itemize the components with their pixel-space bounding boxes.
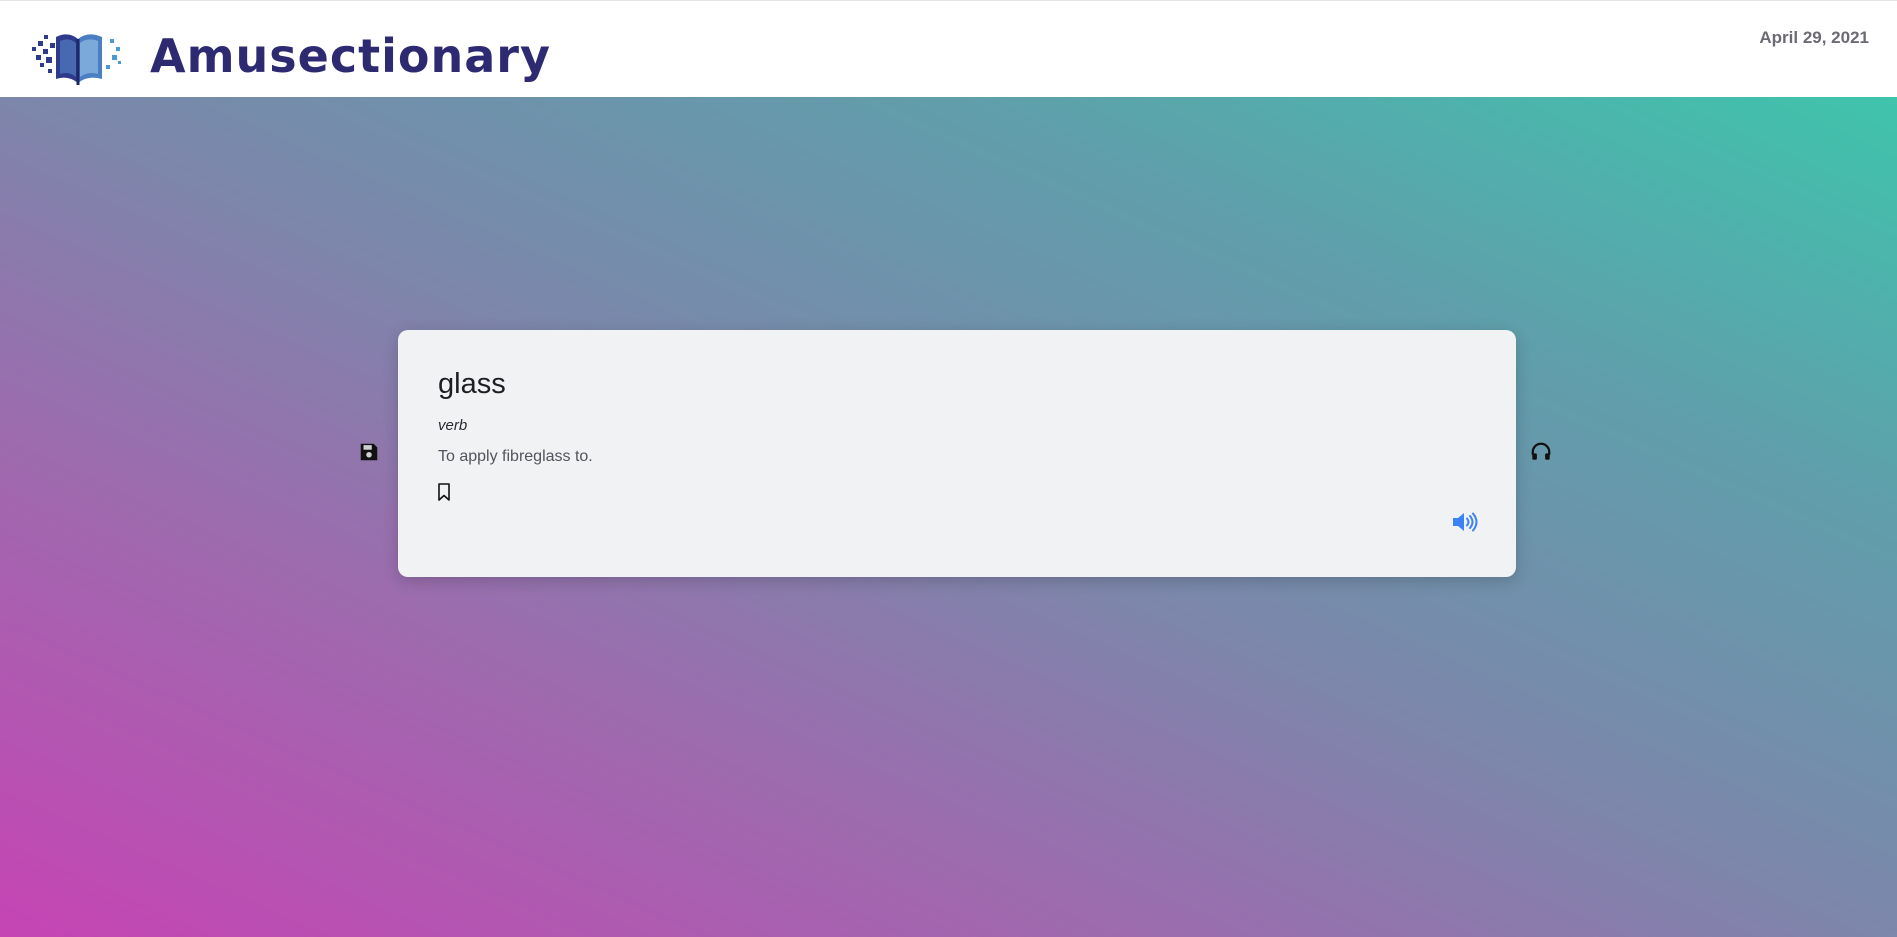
save-icon[interactable] (358, 441, 380, 463)
speaker-icon[interactable] (1451, 510, 1479, 534)
site-header: Amusectionary April 29, 2021 (0, 0, 1897, 97)
part-of-speech: verb (438, 417, 468, 434)
bookmark-icon[interactable] (436, 482, 452, 502)
brand-title[interactable]: Amusectionary (150, 26, 551, 86)
word-card: glass verb To apply fibreglass to. (398, 330, 1516, 577)
definition-text: To apply fibreglass to. (438, 448, 593, 465)
book-logo-icon[interactable] (30, 25, 124, 87)
current-date: April 29, 2021 (1759, 28, 1869, 47)
word-title: glass (438, 368, 506, 400)
headphones-icon[interactable] (1530, 441, 1552, 463)
